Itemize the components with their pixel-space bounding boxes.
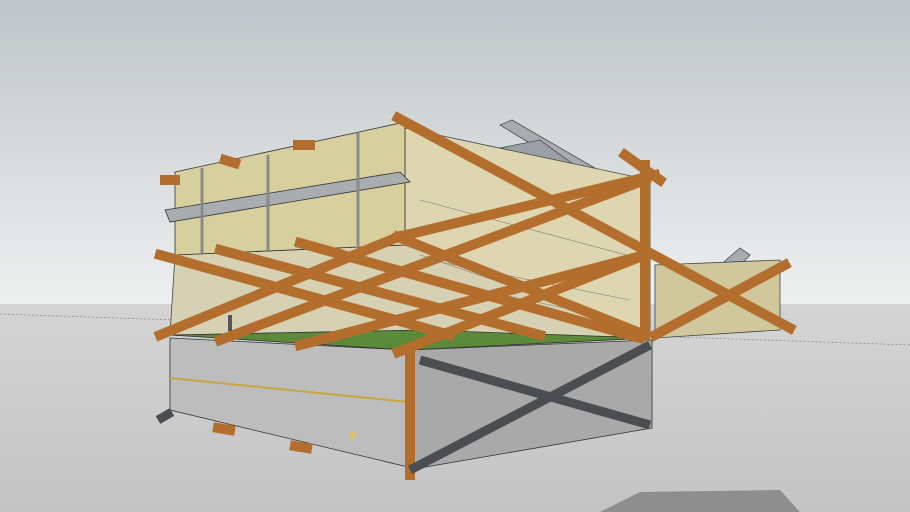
3d-model-viewport[interactable]: [0, 0, 910, 512]
human-figure: [228, 315, 232, 331]
wall-fixture: [350, 432, 355, 438]
